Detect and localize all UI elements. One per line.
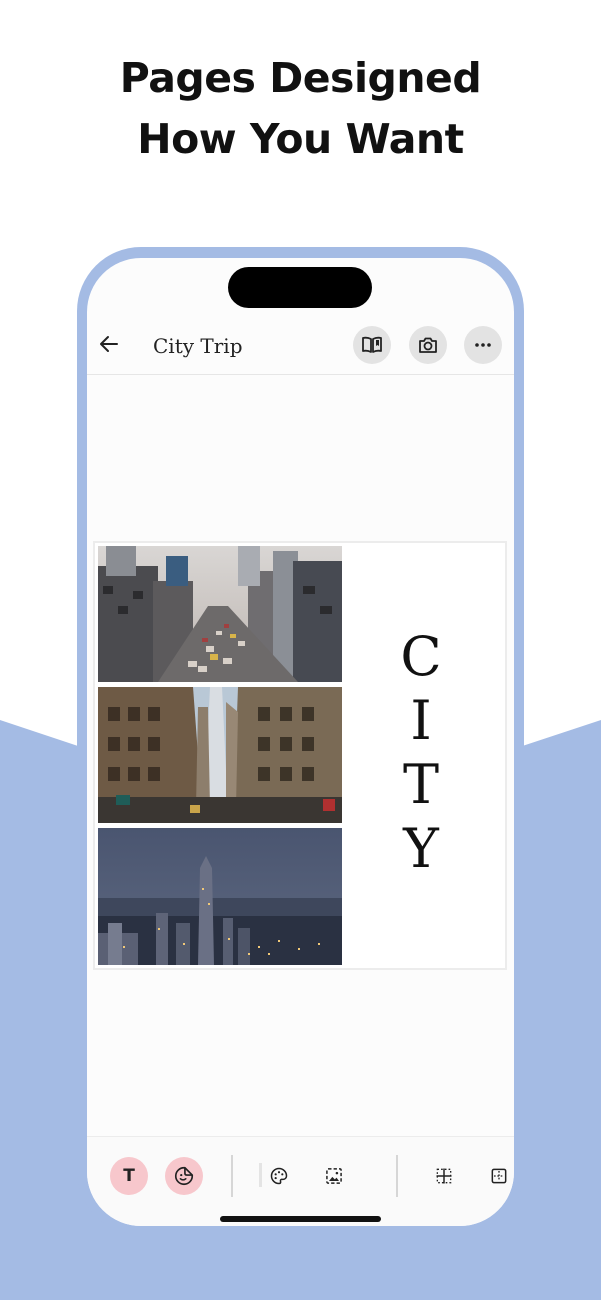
- city-night-skyline-photo[interactable]: [98, 828, 342, 965]
- more-button[interactable]: [464, 326, 502, 364]
- camera-button[interactable]: [409, 326, 447, 364]
- headline-line-1: Pages Designed: [119, 54, 482, 102]
- city-word[interactable]: C I T Y: [385, 625, 457, 881]
- letter: I: [410, 689, 432, 752]
- image-button[interactable]: [315, 1157, 353, 1195]
- frame-layout-icon: [491, 1168, 507, 1184]
- headline: Pages Designed How You Want: [0, 48, 601, 170]
- image-icon: [326, 1168, 342, 1184]
- headline-line-2: How You Want: [137, 115, 464, 163]
- arrow-left-icon[interactable]: [97, 332, 121, 356]
- sticker-icon: [174, 1166, 194, 1186]
- letter: C: [400, 625, 442, 688]
- letter: T: [402, 753, 440, 816]
- more-dots-icon: [475, 343, 491, 347]
- phone-screen: City Trip C I T Y T: [87, 258, 514, 1226]
- grid-layout-button[interactable]: [425, 1157, 463, 1195]
- skyscraper-street-photo[interactable]: [98, 687, 342, 823]
- bottom-toolbar: T: [87, 1136, 514, 1226]
- grid-layout-icon: [436, 1168, 452, 1184]
- toolbar-divider: [231, 1155, 233, 1197]
- home-indicator[interactable]: [220, 1216, 381, 1222]
- page-title: City Trip: [153, 334, 243, 358]
- letter: Y: [403, 817, 439, 880]
- text-tool-button[interactable]: T: [110, 1157, 148, 1195]
- toolbar-divider: [396, 1155, 398, 1197]
- palette-button[interactable]: [260, 1157, 298, 1195]
- open-book-icon: [362, 336, 382, 353]
- camera-icon: [419, 337, 437, 353]
- dynamic-island: [228, 267, 372, 308]
- sticker-button[interactable]: [165, 1157, 203, 1195]
- city-street-traffic-photo[interactable]: [98, 546, 342, 682]
- frame-layout-button[interactable]: [480, 1157, 514, 1195]
- scrapbook-page[interactable]: C I T Y: [93, 541, 507, 970]
- book-button[interactable]: [353, 326, 391, 364]
- palette-icon: [270, 1167, 288, 1185]
- app-bar: City Trip: [87, 326, 514, 375]
- text-tool-icon: T: [123, 1166, 135, 1186]
